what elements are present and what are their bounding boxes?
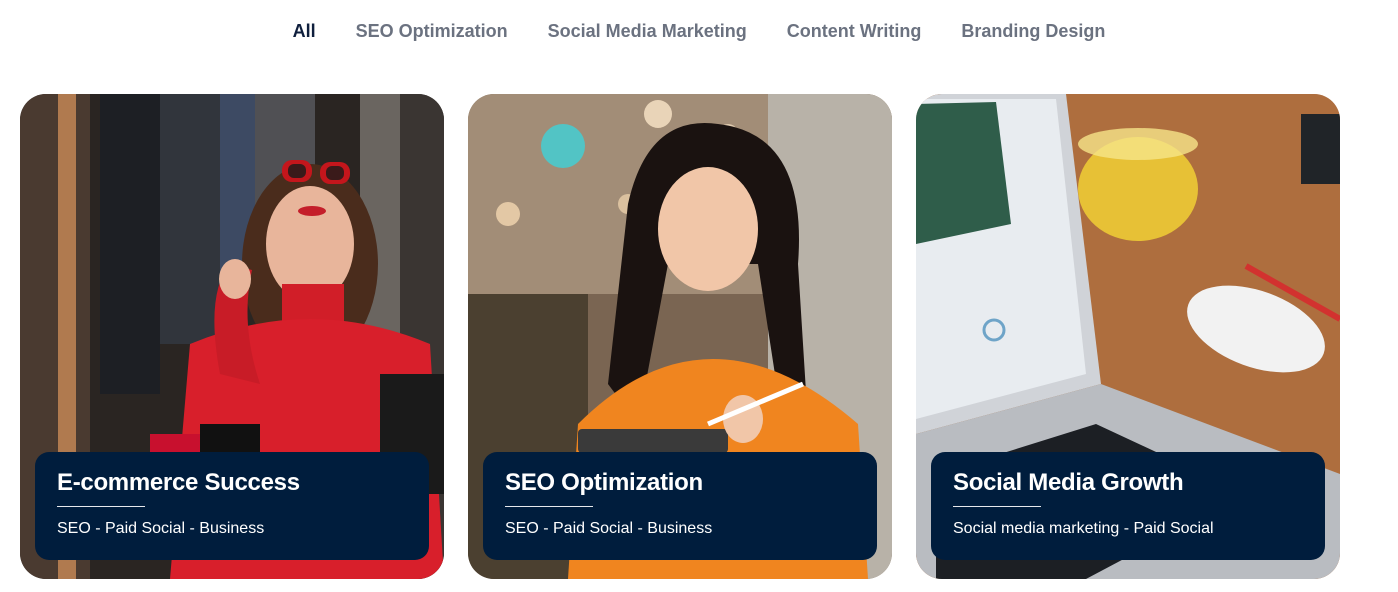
card-title[interactable]: SEO Optimization [505, 468, 855, 498]
card-title[interactable]: E-commerce Success [57, 468, 407, 498]
portfolio-card-seo-optimization[interactable]: SEO Optimization SEO - Paid Social - Bus… [468, 94, 892, 579]
filter-tab-content-writing[interactable]: Content Writing [767, 18, 942, 44]
portfolio-card-social-media-growth[interactable]: Social Media Growth Social media marketi… [916, 94, 1340, 579]
portfolio-filter-bar: All SEO Optimization Social Media Market… [0, 18, 1398, 44]
card-tags: Social media marketing - Paid Social [953, 520, 1214, 537]
card-caption-box: SEO Optimization SEO - Paid Social - Bus… [483, 452, 877, 560]
filter-tab-branding-design[interactable]: Branding Design [941, 18, 1125, 44]
filter-tab-seo-optimization[interactable]: SEO Optimization [336, 18, 528, 44]
title-divider [57, 506, 145, 507]
filter-tab-social-media-marketing[interactable]: Social Media Marketing [528, 18, 767, 44]
title-divider [953, 506, 1041, 507]
card-caption-box: E-commerce Success SEO - Paid Social - B… [35, 452, 429, 560]
filter-tab-all[interactable]: All [273, 18, 336, 44]
title-divider [505, 506, 593, 507]
card-title[interactable]: Social Media Growth [953, 468, 1303, 498]
card-tags: SEO - Paid Social - Business [57, 520, 265, 537]
card-caption-box: Social Media Growth Social media marketi… [931, 452, 1325, 560]
card-tags: SEO - Paid Social - Business [505, 520, 713, 537]
portfolio-card-ecommerce-success[interactable]: E-commerce Success SEO - Paid Social - B… [20, 94, 444, 579]
